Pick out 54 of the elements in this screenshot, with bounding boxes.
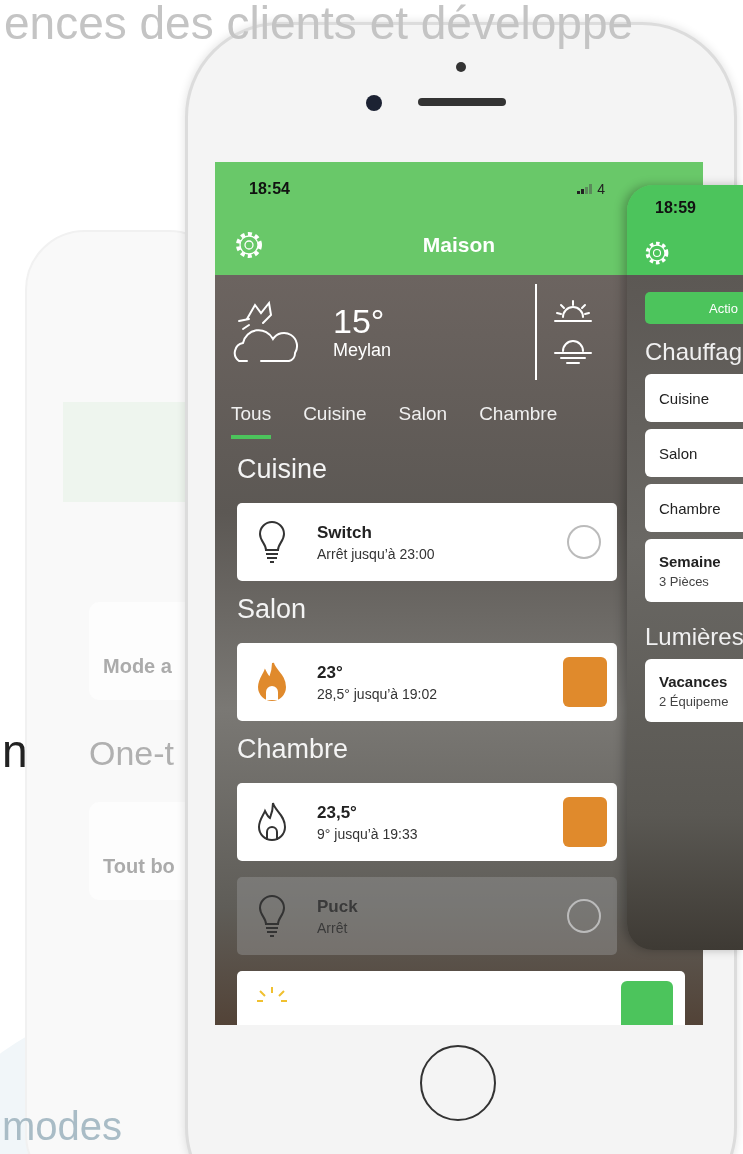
faded-card-label: Tout bo — [103, 855, 175, 878]
section-heading-text: modes — [2, 1106, 123, 1146]
device-name: 23° — [317, 662, 344, 683]
home-button[interactable] — [420, 1045, 496, 1121]
screen-title: Maison — [421, 233, 497, 257]
heating-mode-button[interactable] — [563, 797, 607, 847]
status-time: 18:54 — [249, 179, 290, 198]
list-card[interactable]: Chambre — [645, 484, 743, 532]
device-name: 23,5° — [317, 802, 358, 823]
section-title: Cuisine — [237, 453, 328, 486]
list-card[interactable]: Cuisine — [645, 374, 743, 422]
status-time: 18:59 — [655, 199, 696, 217]
city-text: Meylan — [333, 340, 393, 362]
device-card[interactable]: 23,5° 9° jusqu’à 19:33 — [237, 783, 617, 861]
card-detail: 3 Pièces — [659, 573, 710, 589]
camera-lens — [366, 95, 382, 111]
device-name: Puck — [317, 896, 358, 917]
device-status: 9° jusqu’à 19:33 — [317, 825, 418, 842]
room-tab[interactable]: Cuisine — [303, 403, 367, 435]
faded-card-label: Mode a — [103, 655, 172, 678]
group-title: Chauffag — [645, 338, 743, 366]
card-title: Chambre — [659, 499, 722, 517]
light-toggle-button[interactable] — [567, 525, 601, 559]
settings-icon[interactable] — [643, 239, 671, 267]
device-card[interactable]: Switch Arrêt jusqu’à 23:00 — [237, 503, 617, 581]
settings-icon[interactable] — [233, 229, 265, 261]
signal-icon — [577, 183, 594, 194]
sunset-icon — [551, 337, 595, 367]
heating-mode-button[interactable] — [563, 657, 607, 707]
list-card[interactable]: Salon — [645, 429, 743, 477]
card-detail: 2 Équipeme — [659, 693, 730, 709]
sensor-dot — [456, 62, 466, 72]
card-title: Salon — [659, 444, 699, 462]
section-title: Chambre — [237, 733, 349, 766]
device-status: 28,5° jusqu’à 19:02 — [317, 685, 438, 702]
network-label: 4 — [597, 180, 605, 197]
section-title: Salon — [237, 593, 307, 626]
faded-heading: One-t — [89, 734, 175, 773]
list-card[interactable]: Vacances 2 Équipeme — [645, 659, 743, 722]
room-tab[interactable]: Tous — [231, 403, 272, 439]
device-card[interactable]: 23° 28,5° jusqu’à 19:02 — [237, 643, 617, 721]
list-card[interactable]: Semaine 3 Pièces — [645, 539, 743, 602]
group-title: Lumières — [645, 623, 743, 651]
card-title: Vacances — [659, 672, 729, 690]
device-name: Switch — [317, 522, 373, 543]
device-status: Arrêt jusqu’à 23:00 — [317, 545, 435, 562]
room-tab[interactable]: Chambre — [479, 403, 558, 435]
card-title: Semaine — [659, 552, 722, 570]
sun-icon — [255, 985, 289, 1005]
room-tab[interactable]: Salon — [398, 403, 448, 435]
device-status: Arrêt — [317, 919, 349, 936]
side-heading-text: n — [2, 728, 28, 774]
temperature-text: 15° — [333, 302, 386, 341]
card-title: Cuisine — [659, 389, 711, 407]
